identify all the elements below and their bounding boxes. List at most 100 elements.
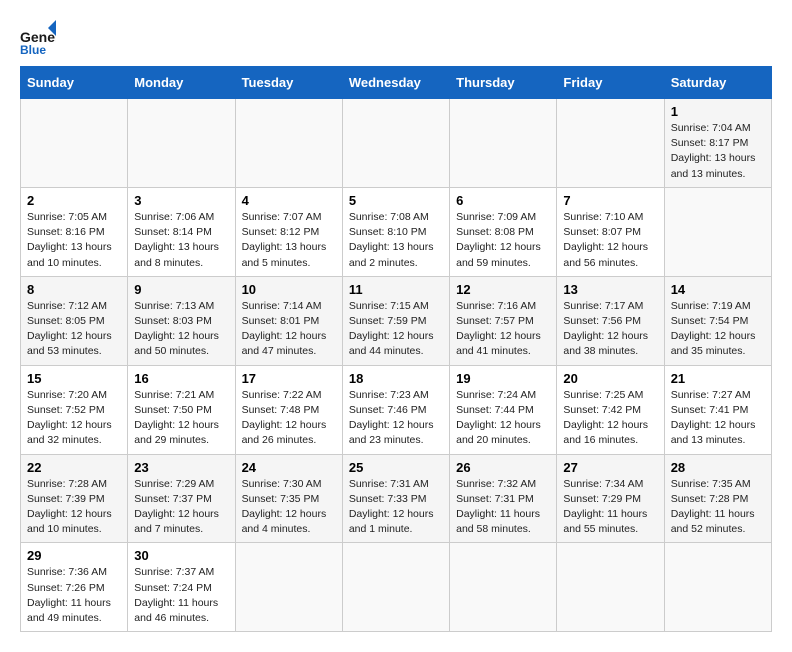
calendar-cell: 17Sunrise: 7:22 AM Sunset: 7:48 PM Dayli… <box>235 365 342 454</box>
day-info: Sunrise: 7:37 AM Sunset: 7:24 PM Dayligh… <box>134 565 228 626</box>
calendar-cell: 8 Sunrise: 7:12 AM Sunset: 8:05 PM Daylig… <box>21 276 128 365</box>
day-number: 30 <box>134 548 228 563</box>
day-info: Sunrise: 7:12 AM Sunset: 8:05 PM Dayligh… <box>27 299 121 360</box>
day-number: 29 <box>27 548 121 563</box>
day-info: Sunrise: 7:24 AM Sunset: 7:44 PM Dayligh… <box>456 388 550 449</box>
day-number: 5 <box>349 193 443 208</box>
day-info: Sunrise: 7:21 AM Sunset: 7:50 PM Dayligh… <box>134 388 228 449</box>
day-info: Sunrise: 7:16 AM Sunset: 7:57 PM Dayligh… <box>456 299 550 360</box>
day-info: Sunrise: 7:13 AM Sunset: 8:03 PM Dayligh… <box>134 299 228 360</box>
calendar-cell: 5 Sunrise: 7:08 AM Sunset: 8:10 PM Daylig… <box>342 187 449 276</box>
day-number: 1 <box>671 104 765 119</box>
calendar-cell: 11 Sunrise: 7:15 AM Sunset: 7:59 PM Dayli… <box>342 276 449 365</box>
logo: General Blue <box>20 20 60 56</box>
day-info: Sunrise: 7:29 AM Sunset: 7:37 PM Dayligh… <box>134 477 228 538</box>
calendar-cell: 4 Sunrise: 7:07 AM Sunset: 8:12 PM Daylig… <box>235 187 342 276</box>
day-number: 15 <box>27 371 121 386</box>
day-number: 10 <box>242 282 336 297</box>
day-number: 20 <box>563 371 657 386</box>
calendar-cell: 18 Sunrise: 7:23 AM Sunset: 7:46 PM Dayli… <box>342 365 449 454</box>
day-number: 25 <box>349 460 443 475</box>
calendar-cell <box>235 543 342 632</box>
col-header-friday: Friday <box>557 67 664 99</box>
col-header-thursday: Thursday <box>450 67 557 99</box>
week-row-3: 8 Sunrise: 7:12 AM Sunset: 8:05 PM Daylig… <box>21 276 772 365</box>
svg-text:Blue: Blue <box>20 43 46 56</box>
calendar-cell: 20 Sunrise: 7:25 AM Sunset: 7:42 PM Dayli… <box>557 365 664 454</box>
calendar-cell <box>557 99 664 188</box>
calendar-cell <box>128 99 235 188</box>
day-info: Sunrise: 7:32 AM Sunset: 7:31 PM Dayligh… <box>456 477 550 538</box>
week-row-6: 29Sunrise: 7:36 AM Sunset: 7:26 PM Dayli… <box>21 543 772 632</box>
calendar-cell: 24 Sunrise: 7:30 AM Sunset: 7:35 PM Dayli… <box>235 454 342 543</box>
day-number: 17 <box>242 371 336 386</box>
day-info: Sunrise: 7:35 AM Sunset: 7:28 PM Dayligh… <box>671 477 765 538</box>
calendar-cell <box>342 99 449 188</box>
day-info: Sunrise: 7:28 AM Sunset: 7:39 PM Dayligh… <box>27 477 121 538</box>
calendar-cell: 12Sunrise: 7:16 AM Sunset: 7:57 PM Dayli… <box>450 276 557 365</box>
day-info: Sunrise: 7:07 AM Sunset: 8:12 PM Dayligh… <box>242 210 336 271</box>
day-info: Sunrise: 7:09 AM Sunset: 8:08 PM Dayligh… <box>456 210 550 271</box>
day-info: Sunrise: 7:15 AM Sunset: 7:59 PM Dayligh… <box>349 299 443 360</box>
day-number: 9 <box>134 282 228 297</box>
calendar-cell <box>664 543 771 632</box>
day-number: 2 <box>27 193 121 208</box>
day-number: 27 <box>563 460 657 475</box>
logo-icon: General Blue <box>20 20 56 56</box>
day-info: Sunrise: 7:05 AM Sunset: 8:16 PM Dayligh… <box>27 210 121 271</box>
day-info: Sunrise: 7:20 AM Sunset: 7:52 PM Dayligh… <box>27 388 121 449</box>
week-row-1: 1 Sunrise: 7:04 AM Sunset: 8:17 PM Daylig… <box>21 99 772 188</box>
day-info: Sunrise: 7:23 AM Sunset: 7:46 PM Dayligh… <box>349 388 443 449</box>
day-number: 6 <box>456 193 550 208</box>
calendar-cell: 23 Sunrise: 7:29 AM Sunset: 7:37 PM Dayli… <box>128 454 235 543</box>
day-info: Sunrise: 7:30 AM Sunset: 7:35 PM Dayligh… <box>242 477 336 538</box>
calendar-cell <box>557 543 664 632</box>
calendar-cell: 7Sunrise: 7:10 AM Sunset: 8:07 PM Daylig… <box>557 187 664 276</box>
calendar-cell: 29Sunrise: 7:36 AM Sunset: 7:26 PM Dayli… <box>21 543 128 632</box>
week-row-4: 15 Sunrise: 7:20 AM Sunset: 7:52 PM Dayli… <box>21 365 772 454</box>
col-header-wednesday: Wednesday <box>342 67 449 99</box>
day-info: Sunrise: 7:06 AM Sunset: 8:14 PM Dayligh… <box>134 210 228 271</box>
day-number: 18 <box>349 371 443 386</box>
calendar-cell <box>21 99 128 188</box>
day-info: Sunrise: 7:31 AM Sunset: 7:33 PM Dayligh… <box>349 477 443 538</box>
calendar-cell <box>664 187 771 276</box>
col-header-sunday: Sunday <box>21 67 128 99</box>
calendar-cell: 1 Sunrise: 7:04 AM Sunset: 8:17 PM Daylig… <box>664 99 771 188</box>
day-number: 26 <box>456 460 550 475</box>
calendar-cell: 22Sunrise: 7:28 AM Sunset: 7:39 PM Dayli… <box>21 454 128 543</box>
day-number: 24 <box>242 460 336 475</box>
day-number: 21 <box>671 371 765 386</box>
calendar-cell: 6 Sunrise: 7:09 AM Sunset: 8:08 PM Daylig… <box>450 187 557 276</box>
page-header: General Blue <box>20 20 772 56</box>
day-number: 11 <box>349 282 443 297</box>
week-row-5: 22Sunrise: 7:28 AM Sunset: 7:39 PM Dayli… <box>21 454 772 543</box>
calendar-cell: 19Sunrise: 7:24 AM Sunset: 7:44 PM Dayli… <box>450 365 557 454</box>
calendar-cell: 21Sunrise: 7:27 AM Sunset: 7:41 PM Dayli… <box>664 365 771 454</box>
calendar-cell: 13Sunrise: 7:17 AM Sunset: 7:56 PM Dayli… <box>557 276 664 365</box>
col-header-saturday: Saturday <box>664 67 771 99</box>
day-info: Sunrise: 7:19 AM Sunset: 7:54 PM Dayligh… <box>671 299 765 360</box>
day-number: 13 <box>563 282 657 297</box>
day-number: 23 <box>134 460 228 475</box>
day-number: 8 <box>27 282 121 297</box>
calendar-cell: 10Sunrise: 7:14 AM Sunset: 8:01 PM Dayli… <box>235 276 342 365</box>
day-number: 4 <box>242 193 336 208</box>
day-info: Sunrise: 7:10 AM Sunset: 8:07 PM Dayligh… <box>563 210 657 271</box>
day-info: Sunrise: 7:08 AM Sunset: 8:10 PM Dayligh… <box>349 210 443 271</box>
calendar-cell <box>450 543 557 632</box>
day-number: 3 <box>134 193 228 208</box>
calendar-cell <box>342 543 449 632</box>
col-header-monday: Monday <box>128 67 235 99</box>
calendar-body: 1 Sunrise: 7:04 AM Sunset: 8:17 PM Daylig… <box>21 99 772 632</box>
calendar-cell <box>450 99 557 188</box>
week-row-2: 2 Sunrise: 7:05 AM Sunset: 8:16 PM Daylig… <box>21 187 772 276</box>
day-info: Sunrise: 7:04 AM Sunset: 8:17 PM Dayligh… <box>671 121 765 182</box>
day-number: 14 <box>671 282 765 297</box>
day-info: Sunrise: 7:25 AM Sunset: 7:42 PM Dayligh… <box>563 388 657 449</box>
calendar-cell <box>235 99 342 188</box>
calendar-cell: 27Sunrise: 7:34 AM Sunset: 7:29 PM Dayli… <box>557 454 664 543</box>
col-header-tuesday: Tuesday <box>235 67 342 99</box>
calendar-cell: 9 Sunrise: 7:13 AM Sunset: 8:03 PM Daylig… <box>128 276 235 365</box>
column-headers-row: SundayMondayTuesdayWednesdayThursdayFrid… <box>21 67 772 99</box>
